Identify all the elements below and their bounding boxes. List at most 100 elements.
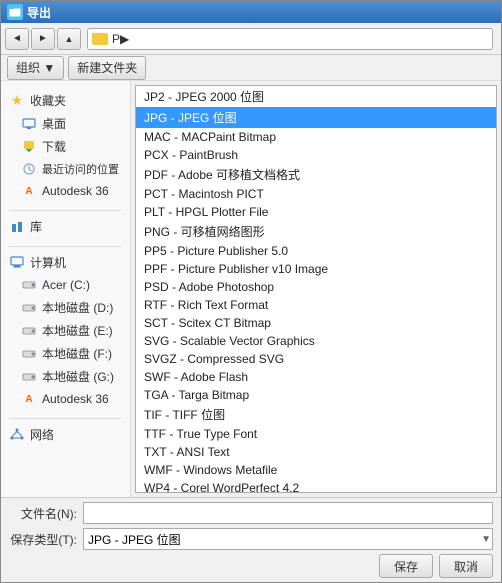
sidebar-item-disk-d[interactable]: 本地磁盘 (D:)	[1, 296, 130, 319]
network-label: 网络	[30, 426, 54, 443]
file-type-list[interactable]: JP2 - JPEG 2000 位图JPG - JPEG 位图MAC - MAC…	[135, 85, 497, 493]
disk-e-label: 本地磁盘 (E:)	[42, 322, 113, 339]
network-icon	[9, 427, 25, 443]
forward-button[interactable]: ►	[31, 28, 55, 50]
recent-label: 最近访问的位置	[42, 161, 119, 177]
list-item[interactable]: JP2 - JPEG 2000 位图	[136, 86, 496, 107]
list-item[interactable]: WMF - Windows Metafile	[136, 461, 496, 479]
title-text: 导出	[27, 4, 51, 21]
disk-d-icon	[21, 300, 37, 316]
list-item[interactable]: RTF - Rich Text Format	[136, 296, 496, 314]
list-item[interactable]: JPG - JPEG 位图	[136, 107, 496, 128]
sidebar-item-network[interactable]: 网络	[1, 423, 130, 446]
list-item[interactable]: SWF - Adobe Flash	[136, 368, 496, 386]
toolbar: ◄ ► ▲ P▶	[1, 23, 501, 55]
sidebar-item-desktop[interactable]: 桌面	[1, 112, 130, 135]
filename-row: 文件名(N):	[9, 502, 493, 524]
list-item[interactable]: PSD - Adobe Photoshop	[136, 278, 496, 296]
list-item[interactable]: PP5 - Picture Publisher 5.0	[136, 242, 496, 260]
favorites-label: 收藏夹	[30, 92, 66, 109]
list-item[interactable]: PCX - PaintBrush	[136, 146, 496, 164]
main-panel: JP2 - JPEG 2000 位图JPG - JPEG 位图MAC - MAC…	[131, 81, 501, 497]
separator1	[9, 210, 122, 211]
autodesk1-label: Autodesk 36	[42, 184, 109, 198]
list-item[interactable]: TIF - TIFF 位图	[136, 404, 496, 425]
separator3	[9, 418, 122, 419]
autodesk2-label: Autodesk 36	[42, 392, 109, 406]
disk-f-label: 本地磁盘 (F:)	[42, 345, 112, 362]
button-row: 保存 取消	[9, 554, 493, 578]
network-section: 网络	[1, 423, 130, 446]
filename-input[interactable]	[83, 502, 493, 524]
sidebar-item-recent[interactable]: 最近访问的位置	[1, 158, 130, 180]
disk-f-icon	[21, 346, 37, 362]
list-item[interactable]: SVGZ - Compressed SVG	[136, 350, 496, 368]
sidebar-item-downloads[interactable]: 下载	[1, 135, 130, 158]
list-item[interactable]: TTF - True Type Font	[136, 425, 496, 443]
recent-icon	[21, 161, 37, 177]
list-item[interactable]: TGA - Targa Bitmap	[136, 386, 496, 404]
disk-d-label: 本地磁盘 (D:)	[42, 299, 113, 316]
cancel-button[interactable]: 取消	[439, 554, 493, 578]
computer-icon	[9, 255, 25, 271]
filetype-label: 保存类型(T):	[9, 531, 77, 548]
acer-label: Acer (C:)	[42, 278, 90, 292]
sidebar-item-disk-e[interactable]: 本地磁盘 (E:)	[1, 319, 130, 342]
computer-section: 计算机 Acer (C:) 本地磁盘 (D:)	[1, 251, 130, 410]
title-bar-icon	[7, 4, 23, 20]
new-folder-button[interactable]: 新建文件夹	[68, 56, 146, 80]
sidebar-item-disk-f[interactable]: 本地磁盘 (F:)	[1, 342, 130, 365]
list-item[interactable]: PCT - Macintosh PICT	[136, 185, 496, 203]
bottom-bar: 文件名(N): 保存类型(T): JPG - JPEG 位图 ▼ 保存 取消	[1, 497, 501, 582]
filetype-display[interactable]: JPG - JPEG 位图	[83, 528, 493, 550]
export-dialog: 导出 ◄ ► ▲ P▶ 组织 ▼ 新建文件夹 ★ 收藏夹	[0, 0, 502, 583]
downloads-label: 下载	[42, 138, 66, 155]
sidebar-item-autodesk2[interactable]: A Autodesk 36	[1, 388, 130, 410]
up-button[interactable]: ▲	[57, 28, 81, 50]
list-item[interactable]: TXT - ANSI Text	[136, 443, 496, 461]
content-area: ★ 收藏夹 桌面 下载	[1, 81, 501, 497]
list-item[interactable]: PLT - HPGL Plotter File	[136, 203, 496, 221]
sidebar-item-favorites[interactable]: ★ 收藏夹	[1, 89, 130, 112]
library-section: 库	[1, 215, 130, 238]
folder-icon	[92, 33, 108, 45]
sidebar-item-computer[interactable]: 计算机	[1, 251, 130, 274]
sidebar-item-library[interactable]: 库	[1, 215, 130, 238]
autodesk2-icon: A	[21, 391, 37, 407]
list-item[interactable]: MAC - MACPaint Bitmap	[136, 128, 496, 146]
list-item[interactable]: WP4 - Corel WordPerfect 4.2	[136, 479, 496, 493]
organize-button[interactable]: 组织 ▼	[7, 56, 64, 80]
library-label: 库	[30, 218, 42, 235]
disk-g-label: 本地磁盘 (G:)	[42, 368, 114, 385]
filename-label: 文件名(N):	[9, 505, 77, 522]
save-button[interactable]: 保存	[379, 554, 433, 578]
title-bar: 导出	[1, 1, 501, 23]
sidebar-item-autodesk1[interactable]: A Autodesk 36	[1, 180, 130, 202]
back-button[interactable]: ◄	[5, 28, 29, 50]
list-item[interactable]: PDF - Adobe 可移植文档格式	[136, 164, 496, 185]
desktop-icon	[21, 116, 37, 132]
computer-label: 计算机	[30, 254, 66, 271]
list-item[interactable]: PPF - Picture Publisher v10 Image	[136, 260, 496, 278]
star-icon: ★	[9, 93, 25, 109]
downloads-icon	[21, 139, 37, 155]
list-item[interactable]: SVG - Scalable Vector Graphics	[136, 332, 496, 350]
list-item[interactable]: PNG - 可移植网络图形	[136, 221, 496, 242]
desktop-label: 桌面	[42, 115, 66, 132]
filetype-select-wrapper: JPG - JPEG 位图 ▼	[83, 528, 493, 550]
separator2	[9, 246, 122, 247]
sidebar-item-acer[interactable]: Acer (C:)	[1, 274, 130, 296]
address-bar: P▶	[87, 28, 493, 50]
autodesk1-icon: A	[21, 183, 37, 199]
favorites-section: ★ 收藏夹 桌面 下载	[1, 89, 130, 202]
sidebar-item-disk-g[interactable]: 本地磁盘 (G:)	[1, 365, 130, 388]
filetype-row: 保存类型(T): JPG - JPEG 位图 ▼	[9, 528, 493, 550]
disk-e-icon	[21, 323, 37, 339]
library-icon	[9, 219, 25, 235]
list-item[interactable]: SCT - Scitex CT Bitmap	[136, 314, 496, 332]
address-text: P▶	[112, 32, 129, 46]
filetype-value: JPG - JPEG 位图	[88, 531, 181, 548]
disk-g-icon	[21, 369, 37, 385]
acer-drive-icon	[21, 277, 37, 293]
sidebar: ★ 收藏夹 桌面 下载	[1, 81, 131, 497]
